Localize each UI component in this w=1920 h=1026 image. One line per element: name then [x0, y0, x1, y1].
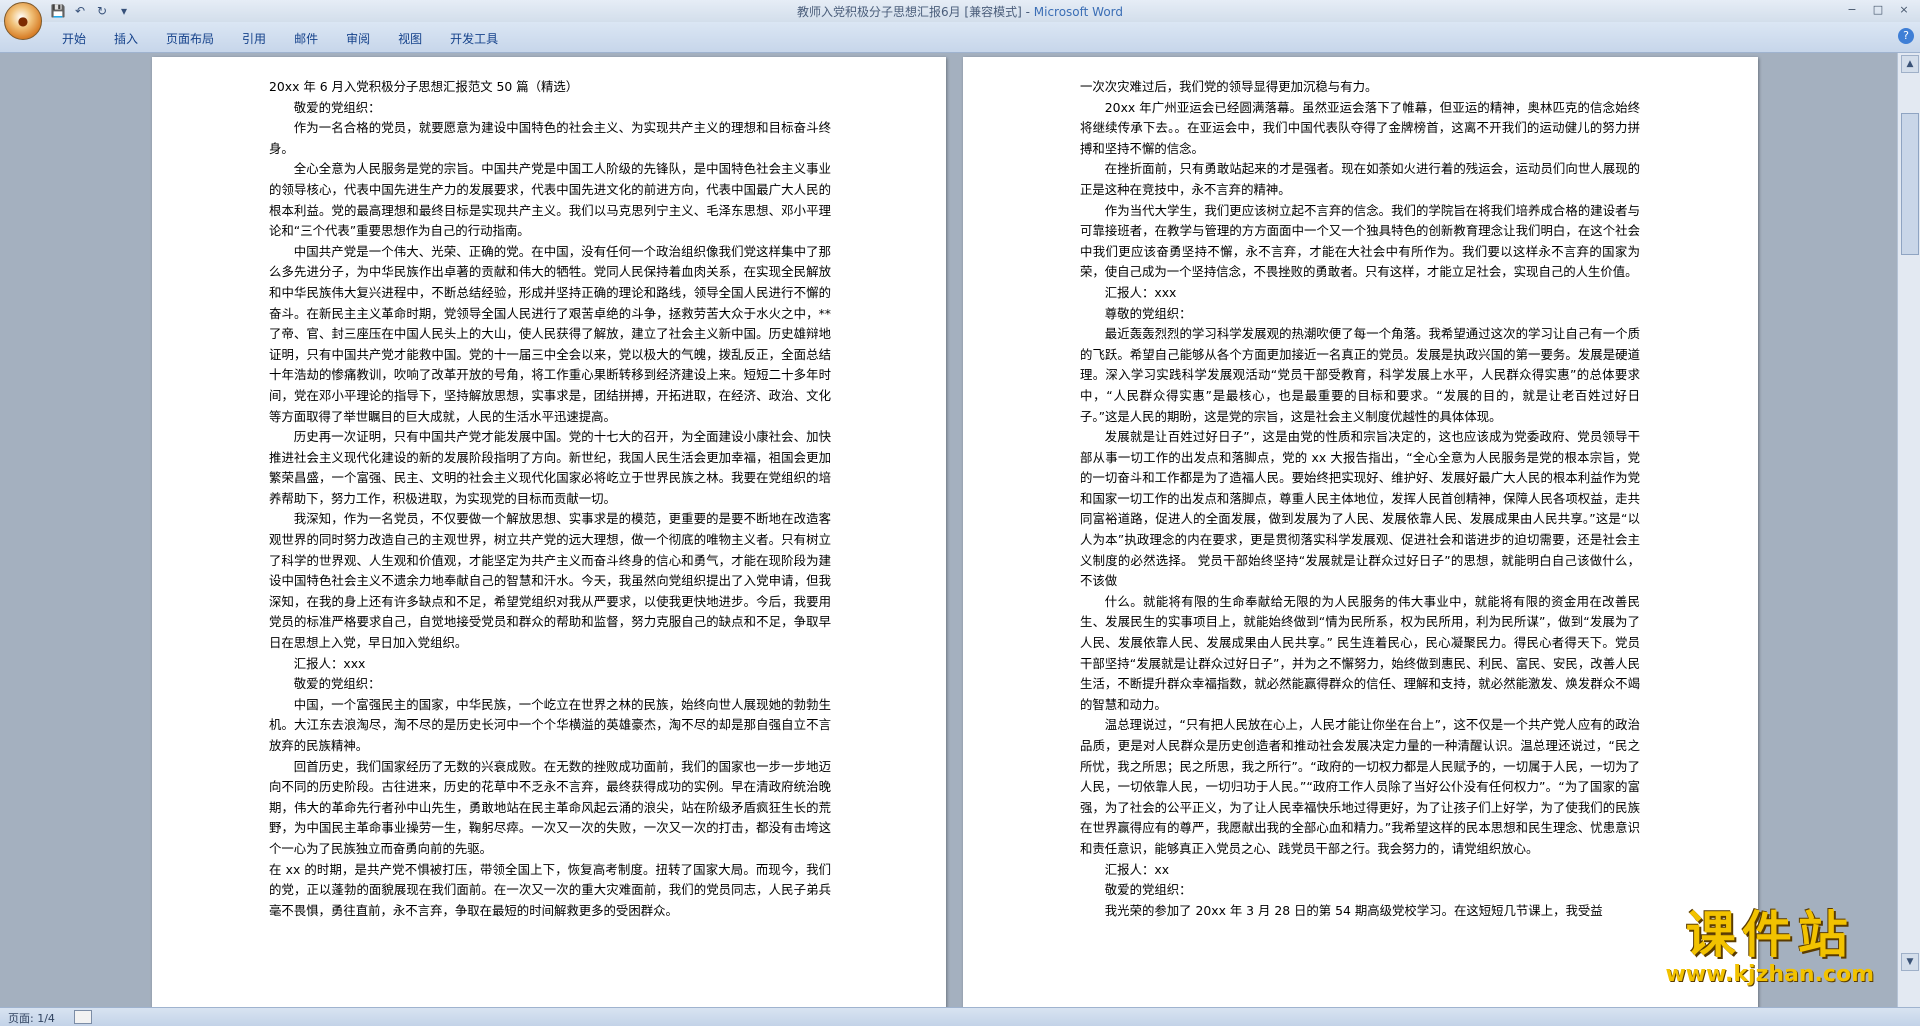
office-logo-icon: ●	[17, 14, 29, 28]
paragraph: 中国共产党是一个伟大、光荣、正确的党。在中国，没有任何一个政治组织像我们党这样集…	[269, 243, 831, 424]
document-page-1[interactable]: 20xx 年 6 月入党积极分子思想汇报范文 50 篇（精选） 敬爱的党组织： …	[152, 57, 946, 1007]
watermark-url: www.kjzhan.com	[1665, 962, 1874, 987]
paragraph: 发展就是让百姓过好日子”，这是由党的性质和宗旨决定的，这也应该成为党委政府、党员…	[1080, 429, 1640, 589]
watermark-logo-text: 课件站	[1685, 906, 1854, 964]
ribbon-tabs: 开始 插入 页面布局 引用 邮件 审阅 视图 开发工具	[48, 28, 512, 49]
app-name: Microsoft Word	[1033, 5, 1124, 19]
office-button[interactable]: ●	[4, 2, 42, 40]
status-bar: 页面: 1/4	[0, 1007, 1920, 1026]
paragraph: 温总理说过，“只有把人民放在心上，人民才能让你坐在台上”，这不仅是一个共产党人应…	[1080, 717, 1640, 856]
page-2-body[interactable]: 一次次灾难过后，我们党的领导显得更加沉稳与有力。 20xx 年广州亚运会已经圆满…	[1080, 77, 1640, 921]
maximize-button[interactable]: □	[1866, 1, 1890, 19]
document-title-line: 20xx 年 6 月入党积极分子思想汇报范文 50 篇（精选）	[269, 79, 579, 94]
window-title: 教师入党积极分子思想汇报6月 [兼容模式] - Microsoft Word	[0, 3, 1920, 20]
tab-insert[interactable]: 插入	[100, 28, 152, 49]
tab-view[interactable]: 视图	[384, 28, 436, 49]
document-title: 教师入党积极分子思想汇报6月 [兼容模式] -	[796, 5, 1034, 19]
paragraph: 全心全意为人民服务是党的宗旨。中国共产党是中国工人阶级的先锋队，是中国特色社会主…	[269, 161, 831, 239]
ribbon: 开始 插入 页面布局 引用 邮件 审阅 视图 开发工具 ?	[0, 22, 1920, 53]
paragraph: 20xx 年广州亚运会已经圆满落幕。虽然亚运会落下了帷幕，但亚运的精神，奥林匹克…	[1080, 99, 1640, 156]
paragraph: 敬爱的党组织：	[293, 99, 381, 115]
paragraph: 敬爱的党组织：	[293, 676, 381, 692]
tab-mailings[interactable]: 邮件	[280, 28, 332, 49]
paragraph: 敬爱的党组织：	[1104, 882, 1192, 898]
paragraph: 中国，一个富强民主的国家，中华民族，一个屹立在世界之林的民族，始终向世人展现她的…	[269, 696, 831, 753]
help-icon[interactable]: ?	[1898, 28, 1914, 44]
tab-review[interactable]: 审阅	[332, 28, 384, 49]
vertical-scrollbar[interactable]: ▲ ▼	[1897, 53, 1920, 1007]
page-count[interactable]: 页面: 1/4	[8, 1010, 55, 1026]
paragraph: 尊敬的党组织：	[1104, 305, 1192, 321]
paragraph: 我深知，作为一名党员，不仅要做一个解放思想、实事求是的模范，更重要的是要不断地在…	[269, 511, 831, 651]
paragraph: 回首历史，我们国家经历了无数的兴衰成败。在无数的挫败成功面前，我们的国家也一步一…	[269, 758, 831, 856]
title-bar: 💾 ↶ ↻ ▾ 教师入党积极分子思想汇报6月 [兼容模式] - Microsof…	[0, 0, 1920, 23]
site-watermark: 课件站 www.kjzhan.com	[1665, 908, 1874, 987]
window-controls: − □ ×	[1840, 1, 1916, 19]
paragraph: 我光荣的参加了 20xx 年 3 月 28 日的第 54 期高级党校学习。在这短…	[1104, 902, 1603, 918]
tab-references[interactable]: 引用	[228, 28, 280, 49]
paragraph: 在 xx 的时期，是共产党不惧被打压，带领全国上下，恢复高考制度。扭转了国家大局…	[269, 861, 831, 918]
paragraph: 作为当代大学生，我们更应该树立起不言弃的信念。我们的学院旨在将我们培养成合格的建…	[1080, 202, 1640, 280]
tab-developer[interactable]: 开发工具	[436, 28, 512, 49]
page-1-body[interactable]: 20xx 年 6 月入党积极分子思想汇报范文 50 篇（精选） 敬爱的党组织： …	[269, 77, 831, 921]
paragraph: 在挫折面前，只有勇敢站起来的才是强者。现在如荼如火进行着的残运会，运动员们向世人…	[1080, 161, 1640, 197]
paragraph: 汇报人：xxx	[1104, 284, 1177, 300]
paragraph: 汇报人：xx	[1104, 861, 1170, 877]
paragraph: 汇报人：xxx	[293, 655, 366, 671]
tab-home[interactable]: 开始	[48, 28, 100, 49]
paragraph: 历史再一次证明，只有中国共产党才能发展中国。党的十七大的召开，为全面建设小康社会…	[269, 429, 831, 506]
scroll-up-icon[interactable]: ▲	[1901, 55, 1919, 73]
proofing-icon[interactable]	[74, 1010, 92, 1024]
minimize-button[interactable]: −	[1840, 1, 1864, 19]
scroll-down-icon[interactable]: ▼	[1901, 953, 1919, 971]
paragraph: 一次次灾难过后，我们党的领导显得更加沉稳与有力。	[1080, 79, 1378, 94]
document-page-2[interactable]: 一次次灾难过后，我们党的领导显得更加沉稳与有力。 20xx 年广州亚运会已经圆满…	[963, 57, 1758, 1007]
tab-page-layout[interactable]: 页面布局	[152, 28, 228, 49]
paragraph: 最近轰轰烈烈的学习科学发展观的热潮吹便了每一个角落。我希望通过这次的学习让自己有…	[1080, 326, 1640, 424]
scrollbar-thumb[interactable]	[1901, 113, 1919, 255]
paragraph: 作为一名合格的党员，就要愿意为建设中国特色的社会主义、为实现共产主义的理想和目标…	[269, 120, 831, 156]
paragraph: 什么。就能将有限的生命奉献给无限的为人民服务的伟大事业中，就能将有限的资金用在改…	[1080, 593, 1640, 712]
document-canvas[interactable]: 20xx 年 6 月入党积极分子思想汇报范文 50 篇（精选） 敬爱的党组织： …	[0, 53, 1898, 1007]
close-button[interactable]: ×	[1892, 1, 1916, 19]
